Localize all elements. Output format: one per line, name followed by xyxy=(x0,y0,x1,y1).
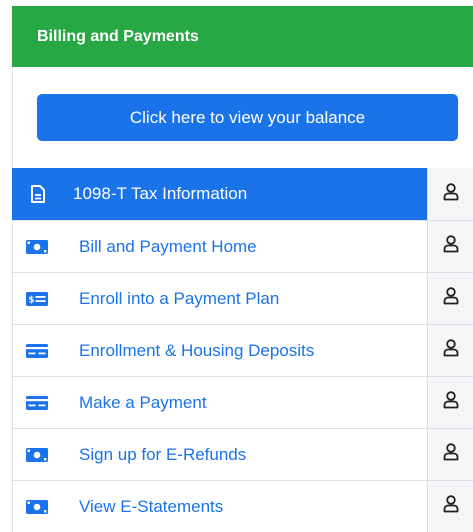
money-bill-icon xyxy=(26,447,48,463)
user-button[interactable] xyxy=(427,221,473,272)
user-icon xyxy=(443,182,459,206)
user-icon xyxy=(443,235,459,258)
user-button[interactable] xyxy=(427,325,473,376)
svg-text:$: $ xyxy=(29,295,35,305)
menu-row: Sign up for E-Refunds xyxy=(12,428,473,480)
card-title: Billing and Payments xyxy=(37,27,199,45)
menu-item-make-a-payment[interactable]: Make a Payment xyxy=(12,377,427,428)
menu-row: $ Enroll into a Payment Plan xyxy=(12,272,473,324)
menu-item-label: Sign up for E-Refunds xyxy=(79,444,247,464)
user-icon xyxy=(443,391,459,414)
menu-item-label: Bill and Payment Home xyxy=(79,236,257,256)
money-bill-icon xyxy=(26,239,48,255)
user-button[interactable] xyxy=(427,273,473,324)
card-header: Billing and Payments xyxy=(12,6,473,67)
menu-item-bill-and-payment-home[interactable]: Bill and Payment Home xyxy=(12,221,427,272)
user-icon xyxy=(443,339,459,362)
billing-card: Billing and Payments Click here to view … xyxy=(0,0,473,532)
credit-card-icon xyxy=(26,395,48,411)
user-icon xyxy=(443,287,459,310)
menu-item-view-e-statements[interactable]: View E-Statements xyxy=(12,481,427,532)
menu-item-label: Enrollment & Housing Deposits xyxy=(79,340,315,360)
menu-item-enroll-payment-plan[interactable]: $ Enroll into a Payment Plan xyxy=(12,273,427,324)
user-icon xyxy=(443,443,459,466)
money-bill-icon xyxy=(26,499,48,515)
menu-item-label: View E-Statements xyxy=(79,496,224,516)
user-button[interactable] xyxy=(427,377,473,428)
menu-item-1098t-tax-information[interactable]: 1098-T Tax Information xyxy=(12,168,427,220)
menu-row: Enrollment & Housing Deposits xyxy=(12,324,473,376)
menu-row: Make a Payment xyxy=(12,376,473,428)
menu-item-enrollment-housing-deposits[interactable]: Enrollment & Housing Deposits xyxy=(12,325,427,376)
menu-item-label: 1098-T Tax Information xyxy=(73,184,248,203)
menu-row: Bill and Payment Home xyxy=(12,220,473,272)
credit-card-icon xyxy=(26,343,48,359)
user-button[interactable] xyxy=(427,168,473,220)
document-icon xyxy=(28,184,48,204)
menu-item-label: Make a Payment xyxy=(79,392,207,412)
money-check-icon: $ xyxy=(26,291,48,307)
user-button[interactable] xyxy=(427,429,473,480)
view-balance-button[interactable]: Click here to view your balance xyxy=(37,94,458,141)
menu-item-sign-up-e-refunds[interactable]: Sign up for E-Refunds xyxy=(12,429,427,480)
user-button[interactable] xyxy=(427,481,473,532)
menu-row: View E-Statements xyxy=(12,480,473,532)
menu-row: 1098-T Tax Information xyxy=(12,168,473,220)
menu-item-label: Enroll into a Payment Plan xyxy=(79,288,280,308)
user-icon xyxy=(443,495,459,518)
billing-menu: 1098-T Tax Information Bill and Payment … xyxy=(12,168,473,532)
